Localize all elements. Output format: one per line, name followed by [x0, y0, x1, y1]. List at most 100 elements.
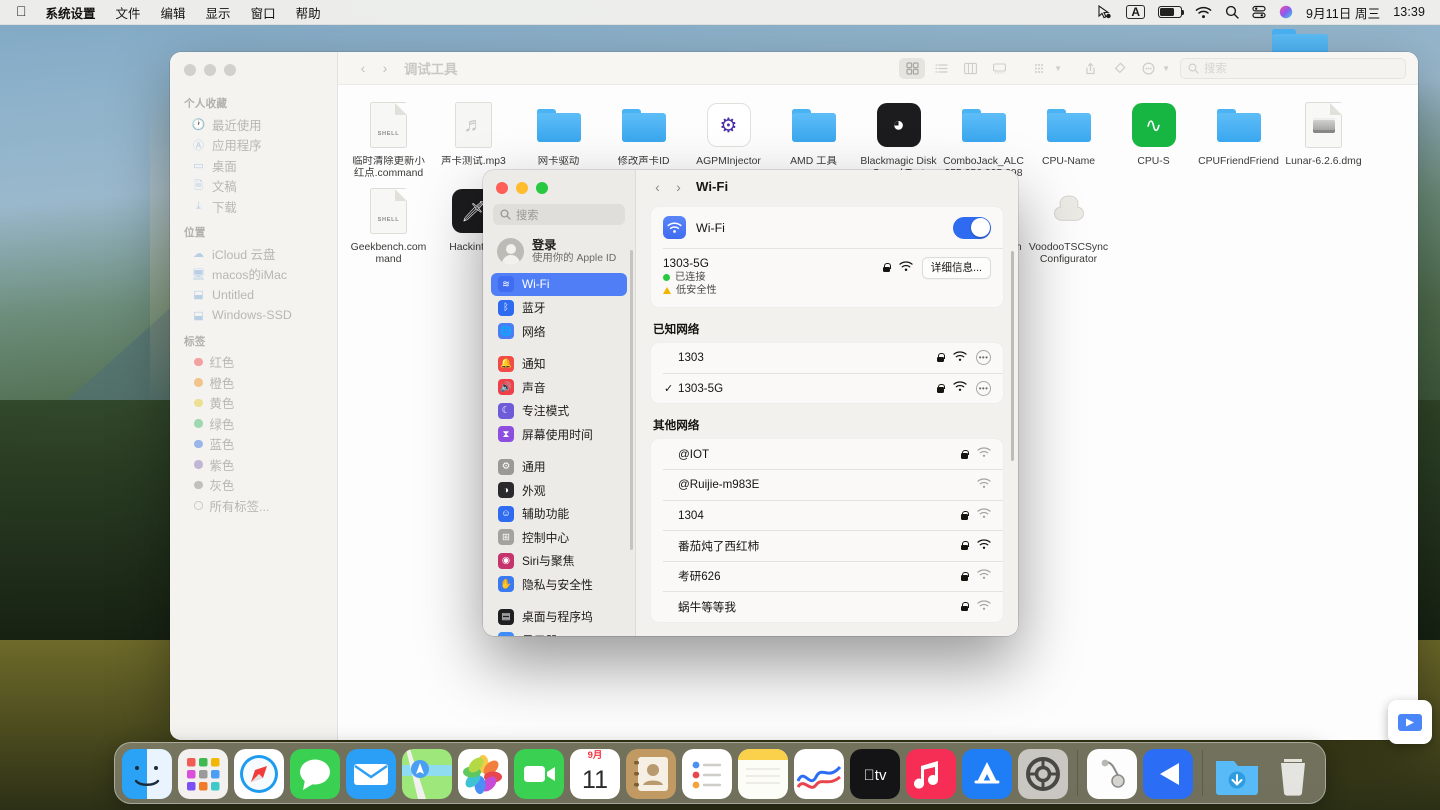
other-network-row[interactable]: @Ruijie-m983E — [651, 470, 1003, 500]
finder-back-button[interactable]: ‹ — [352, 60, 374, 76]
finder-minimize-button[interactable] — [204, 64, 216, 76]
settings-back-button[interactable]: ‹ — [648, 179, 667, 195]
dock-item-safari[interactable] — [234, 749, 284, 799]
settings-sidebar-item-accessibility[interactable]: ☺ 辅助功能 — [491, 503, 627, 526]
settings-minimize-button[interactable] — [516, 182, 528, 194]
finder-sidebar-item-[interactable]: Ⓐ 应用程序 — [177, 135, 330, 155]
settings-close-button[interactable] — [496, 182, 508, 194]
menu-item-window[interactable]: 窗口 — [241, 2, 286, 23]
finder-file-item[interactable]: SHELL 临时清除更新小红点.command — [346, 95, 431, 181]
settings-sidebar-item-focus[interactable]: ☾ 专注模式 — [491, 400, 627, 423]
gallery-view-icon[interactable] — [986, 58, 1012, 79]
wifi-toggle-switch[interactable] — [953, 216, 991, 239]
dock-item-launchpad[interactable] — [178, 749, 228, 799]
settings-sidebar-item-network[interactable]: 🌐 网络 — [491, 320, 627, 343]
finder-close-button[interactable] — [184, 64, 196, 76]
dock-item-music[interactable] — [906, 749, 956, 799]
finder-sidebar-item-[interactable]: 绿色 — [177, 414, 330, 434]
finder-file-item[interactable]: ComboJack_ALC 255 256 295 298 — [941, 95, 1026, 181]
siri-icon[interactable] — [1279, 5, 1293, 19]
finder-sidebar-item-[interactable]: 🗎 文稿 — [177, 176, 330, 196]
finder-file-item[interactable]: ◕Blackmagic Disk Speed Test — [856, 95, 941, 181]
finder-file-item[interactable]: CPUFriendFriend — [1196, 95, 1281, 181]
share-icon[interactable] — [1077, 58, 1103, 79]
more-options-icon[interactable]: ••• — [976, 350, 991, 365]
settings-sidebar-item-sound[interactable]: 🔊 声音 — [491, 376, 627, 399]
finder-file-item[interactable]: CPU-Name — [1026, 95, 1111, 181]
finder-file-item[interactable]: 修改声卡ID — [601, 95, 686, 181]
finder-sidebar-item-[interactable]: 橙色 — [177, 373, 330, 393]
other-network-row[interactable]: @IOT — [651, 439, 1003, 469]
finder-file-item[interactable]: AMD 工具 — [771, 95, 856, 181]
settings-sidebar-item-appearance[interactable]: ◑ 外观 — [491, 479, 627, 502]
screenshot-widget-icon[interactable] — [1388, 700, 1432, 744]
other-network-row[interactable]: 考研626 — [651, 561, 1003, 591]
settings-sidebar-scrollbar[interactable] — [629, 250, 633, 550]
dock-item-downloads-folder[interactable] — [1212, 749, 1262, 799]
settings-sidebar-item-notifications[interactable]: 🔔 通知 — [491, 353, 627, 376]
finder-forward-button[interactable]: › — [374, 60, 396, 76]
tag-icon[interactable] — [1106, 58, 1132, 79]
settings-sidebar-item-control-center[interactable]: ⊞ 控制中心 — [491, 526, 627, 549]
dock-item-system-settings[interactable] — [1018, 749, 1068, 799]
group-by-icon[interactable] — [1027, 58, 1053, 79]
menu-item-help[interactable]: 帮助 — [286, 2, 331, 23]
list-view-icon[interactable] — [928, 58, 954, 79]
icon-view-icon[interactable] — [899, 57, 926, 79]
actions-icon[interactable] — [1135, 58, 1161, 79]
finder-sidebar-item-macosimac[interactable]: 🖥 macos的iMac — [177, 264, 330, 284]
finder-file-item[interactable]: ⚙ AGPMInjector — [686, 95, 771, 181]
finder-sidebar-item-[interactable]: 黄色 — [177, 393, 330, 413]
finder-sidebar-item-[interactable]: 灰色 — [177, 475, 330, 495]
dock-item-calendar[interactable]: 9月 11 — [570, 749, 620, 799]
settings-sidebar-item-wifi[interactable]: ≋ Wi-Fi — [491, 273, 627, 296]
dock-item-contacts[interactable] — [626, 749, 676, 799]
other-network-row[interactable]: 番茄炖了西红柿 — [651, 531, 1003, 561]
dock-item-messages[interactable] — [290, 749, 340, 799]
finder-file-item[interactable]: Lunar-6.2.6.dmg — [1281, 95, 1366, 181]
settings-forward-button[interactable]: › — [669, 179, 688, 195]
finder-file-item[interactable]: ∿ CPU-S — [1111, 95, 1196, 181]
other-network-row[interactable]: 1304 — [651, 500, 1003, 530]
finder-search-field[interactable]: 搜索 — [1180, 57, 1406, 79]
dock-item-photos[interactable] — [458, 749, 508, 799]
finder-zoom-button[interactable] — [224, 64, 236, 76]
finder-sidebar-item-[interactable]: 蓝色 — [177, 434, 330, 454]
network-details-button[interactable]: 详细信息... — [921, 256, 991, 279]
settings-sidebar-item-bluetooth[interactable]: ᛒ 蓝牙 — [491, 297, 627, 320]
known-network-row[interactable]: 1303 ••• — [651, 343, 1003, 373]
other-network-row[interactable]: 蜗牛等等我 — [651, 592, 1003, 622]
dock-item-maps[interactable] — [402, 749, 452, 799]
chevron-down-icon[interactable]: ▼ — [1054, 64, 1062, 73]
settings-sidebar-item-desktop-dock[interactable]: ▤ 桌面与程序坞 — [491, 606, 627, 629]
dock-item-facetime[interactable] — [514, 749, 564, 799]
dock-item-notes[interactable] — [738, 749, 788, 799]
menu-bar-time[interactable]: 13:39 — [1393, 5, 1425, 19]
input-method-indicator[interactable]: A — [1126, 5, 1146, 19]
more-options-icon[interactable]: ••• — [976, 380, 991, 396]
battery-icon[interactable] — [1158, 6, 1185, 18]
apple-logo-icon[interactable]:  — [16, 3, 27, 19]
settings-search-field[interactable]: 搜索 — [493, 204, 625, 225]
finder-sidebar-item-[interactable]: 所有标签... — [177, 496, 330, 516]
menu-item-view[interactable]: 显示 — [196, 2, 241, 23]
settings-content-scrollbar[interactable] — [1010, 251, 1014, 461]
finder-sidebar-item-untitled[interactable]: ⬓ Untitled — [177, 285, 330, 305]
finder-file-item[interactable]: 网卡驱动 — [516, 95, 601, 181]
column-view-icon[interactable] — [957, 58, 983, 79]
settings-sidebar-item-displays[interactable]: ☀ 显示器 — [491, 629, 627, 636]
settings-sidebar-item-privacy[interactable]: ✋ 隐私与安全性 — [491, 573, 627, 596]
dock-item-hackintool[interactable] — [1087, 749, 1137, 799]
dock-item-appstore[interactable] — [962, 749, 1012, 799]
control-center-icon[interactable] — [1252, 5, 1266, 19]
menu-bar-date[interactable]: 9月11日 周三 — [1306, 3, 1380, 22]
menu-item-file[interactable]: 文件 — [106, 2, 151, 23]
finder-file-item[interactable]: SHELL Geekbench.command — [346, 181, 431, 267]
finder-file-item[interactable]: VoodooTSCSyncConfigurator — [1026, 181, 1111, 267]
chevron-down-icon[interactable]: ▼ — [1162, 64, 1170, 73]
dock-item-reminders[interactable] — [682, 749, 732, 799]
dock-item-finder[interactable] — [122, 749, 172, 799]
wifi-icon[interactable] — [1195, 6, 1212, 19]
dock-item-trash[interactable] — [1268, 749, 1318, 799]
menu-item-edit[interactable]: 编辑 — [151, 2, 196, 23]
